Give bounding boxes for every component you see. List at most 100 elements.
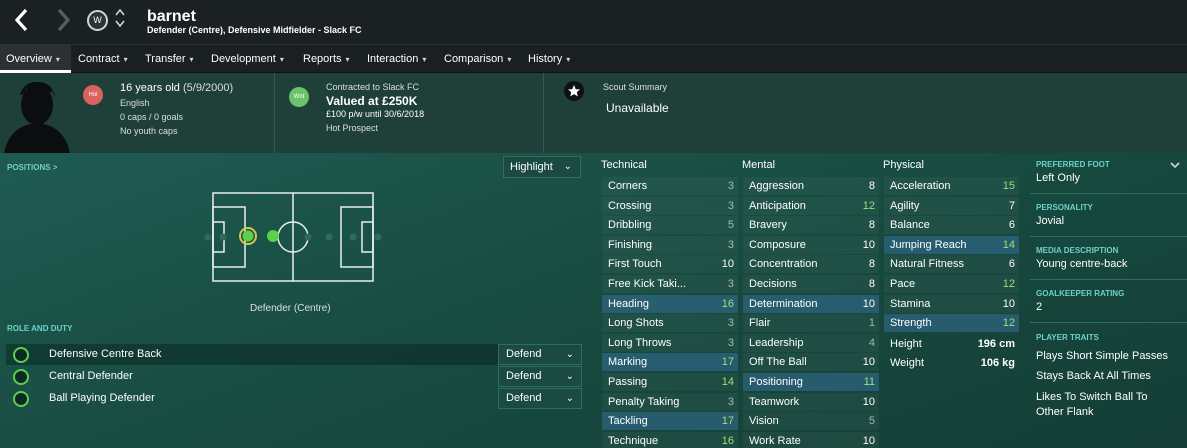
attribute-row[interactable]: Free Kick Taki... 3: [602, 275, 738, 293]
nationality: English: [120, 98, 150, 108]
role-row[interactable]: Central Defender Defend ⌄: [6, 366, 582, 387]
trait-item: Stays Back At All Times: [1036, 370, 1151, 382]
tab-overview[interactable]: Overview ▾: [0, 45, 71, 73]
attribute-name: Concentration: [749, 258, 818, 271]
attribute-name: Anticipation: [749, 199, 806, 212]
preferred-foot: Left Only: [1036, 172, 1081, 184]
role-row[interactable]: Ball Playing Defender Defend ⌄: [6, 388, 582, 409]
attribute-value: 14: [1002, 238, 1015, 251]
chevron-down-icon: ▾: [507, 55, 512, 64]
attribute-name: Balance: [890, 219, 930, 232]
attribute-row[interactable]: Technique 16: [602, 431, 738, 448]
duty-label: Defend: [506, 348, 542, 360]
attribute-row[interactable]: Long Shots 3: [602, 314, 738, 333]
tab-development[interactable]: Development ▾: [211, 45, 284, 73]
contract-badge: Wnt: [289, 87, 309, 107]
attribute-name: Determination: [749, 297, 818, 310]
divider: [1030, 236, 1187, 237]
contract-status: Hot Prospect: [326, 123, 379, 133]
tab-contract[interactable]: Contract ▾: [78, 45, 128, 73]
attribute-value: 3: [727, 199, 734, 212]
attribute-name: Aggression: [749, 180, 805, 192]
attribute-row[interactable]: Off The Ball 10: [743, 353, 879, 372]
age-line: 16 years old (5/9/2000): [120, 82, 233, 94]
attribute-row[interactable]: Stamina 10: [884, 294, 1019, 313]
attribute-row[interactable]: Pace 12: [884, 275, 1019, 293]
attribute-row[interactable]: Passing 14: [602, 373, 738, 391]
attribute-name: Agility: [890, 199, 920, 212]
attribute-value: 7: [1008, 199, 1015, 212]
tab-label: Development: [211, 53, 276, 65]
attribute-row[interactable]: Positioning 11: [743, 373, 879, 391]
attribute-row[interactable]: Corners 3: [602, 177, 738, 195]
attribute-value: 17: [721, 356, 734, 369]
youth-caps: No youth caps: [120, 126, 178, 136]
attribute-row[interactable]: Heading 16: [602, 294, 738, 313]
attribute-value: 11: [863, 376, 875, 388]
attribute-row[interactable]: Anticipation 12: [743, 196, 879, 215]
club-crest-icon[interactable]: W: [87, 10, 108, 31]
media-label: MEDIA DESCRIPTION: [1036, 246, 1119, 255]
attribute-row[interactable]: First Touch 10: [602, 255, 738, 274]
attribute-row[interactable]: Finishing 3: [602, 235, 738, 254]
side-info: PREFERRED FOOT Left Only PERSONALITY Jov…: [1030, 153, 1187, 448]
attribute-value: 3: [727, 317, 734, 330]
attribute-name: Marking: [608, 356, 648, 369]
attribute-name: Passing: [608, 376, 648, 388]
tab-transfer[interactable]: Transfer ▾: [145, 45, 194, 73]
attribute-value: 16: [721, 297, 734, 310]
attribute-row[interactable]: Marking 17: [602, 353, 738, 372]
duty-dropdown[interactable]: Defend ⌄: [498, 388, 582, 409]
attribute-name: Heading: [608, 297, 649, 310]
role-name: Ball Playing Defender: [49, 392, 155, 404]
attribute-row[interactable]: Determination 10: [743, 294, 879, 313]
attribute-row[interactable]: Agility 7: [884, 196, 1019, 215]
attribute-name: Finishing: [608, 238, 653, 251]
attribute-row[interactable]: Composure 10: [743, 235, 879, 254]
media-description: Young centre-back: [1036, 258, 1128, 270]
attribute-row[interactable]: Dribbling 5: [602, 216, 738, 235]
attribute-value: 12: [862, 199, 875, 212]
attribute-value: 17: [721, 415, 734, 428]
tab-interaction[interactable]: Interaction ▾: [367, 45, 426, 73]
height-row: Height 196 cm: [884, 335, 1019, 353]
forward-button[interactable]: [56, 7, 72, 38]
role-row[interactable]: Defensive Centre Back Defend ⌄: [6, 344, 582, 365]
highlight-dropdown[interactable]: Highlight ⌄: [503, 156, 581, 178]
duty-dropdown[interactable]: Defend ⌄: [498, 366, 582, 387]
chevron-down-icon[interactable]: [1169, 157, 1181, 175]
divider: [274, 73, 275, 153]
attribute-row[interactable]: Strength 12: [884, 314, 1019, 333]
attribute-name: Corners: [608, 180, 648, 192]
attribute-row[interactable]: Work Rate 10: [743, 431, 879, 448]
attribute-row[interactable]: Acceleration 15: [884, 177, 1019, 195]
attribute-row[interactable]: Jumping Reach 14: [884, 235, 1019, 254]
attribute-row[interactable]: Penalty Taking 3: [602, 392, 738, 411]
attribute-row[interactable]: Vision 5: [743, 412, 879, 431]
attribute-row[interactable]: Concentration 8: [743, 255, 879, 274]
attribute-row[interactable]: Flair 1: [743, 314, 879, 333]
attribute-row[interactable]: Aggression 8: [743, 177, 879, 195]
player-switch-icon[interactable]: [113, 7, 127, 33]
player-subtitle: Defender (Centre), Defensive Midfielder …: [147, 25, 362, 35]
tab-reports[interactable]: Reports ▾: [303, 45, 350, 73]
attribute-row[interactable]: Long Throws 3: [602, 333, 738, 352]
chevron-down-icon: ▾: [345, 55, 350, 64]
positions-link[interactable]: POSITIONS >: [7, 163, 57, 172]
attribute-row[interactable]: Crossing 3: [602, 196, 738, 215]
attribute-row[interactable]: Teamwork 10: [743, 392, 879, 411]
tab-history[interactable]: History ▾: [528, 45, 570, 73]
back-button[interactable]: [13, 7, 29, 38]
attribute-row[interactable]: Natural Fitness 6: [884, 255, 1019, 274]
attribute-row[interactable]: Tackling 17: [602, 412, 738, 431]
divider: [543, 73, 544, 153]
duty-dropdown[interactable]: Defend ⌄: [498, 344, 582, 365]
role-name: Central Defender: [49, 370, 133, 382]
attribute-row[interactable]: Balance 6: [884, 216, 1019, 235]
gk-rating-label: GOALKEEPER RATING: [1036, 289, 1125, 298]
attribute-row[interactable]: Decisions 8: [743, 275, 879, 293]
attribute-row[interactable]: Leadership 4: [743, 333, 879, 352]
attribute-value: 3: [727, 278, 734, 290]
attribute-row[interactable]: Bravery 8: [743, 216, 879, 235]
tab-comparison[interactable]: Comparison ▾: [444, 45, 511, 73]
